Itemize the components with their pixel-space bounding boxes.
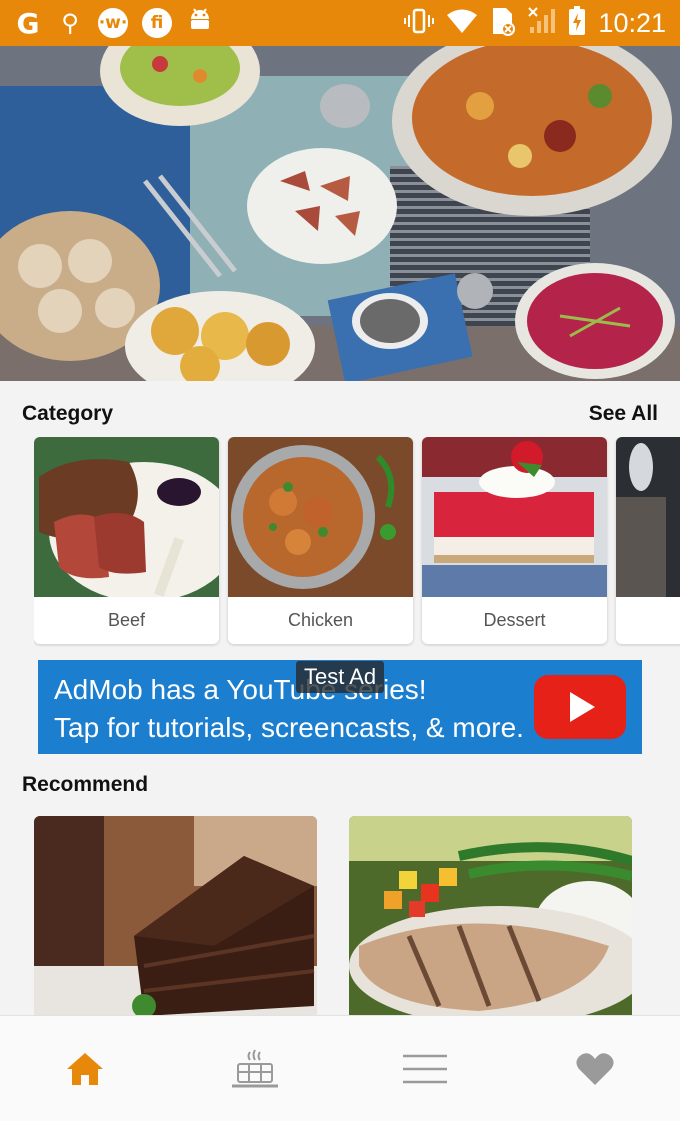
google-icon: G (16, 6, 40, 40)
category-label: Beef (107, 610, 146, 630)
hero-banner-image[interactable] (0, 46, 680, 381)
recommend-card-cake[interactable] (34, 816, 317, 1016)
youtube-play-icon[interactable] (533, 674, 627, 740)
sim-icon (490, 6, 516, 41)
recommend-title: Recommend (22, 773, 149, 796)
recommend-card-fish[interactable] (349, 816, 632, 1016)
status-bar-left: G ⚲ ·w· fi (14, 6, 214, 40)
partial-photo (616, 437, 680, 597)
chocolate-cake-photo (34, 816, 317, 1016)
fi-app-icon: fi (142, 8, 172, 38)
home-icon (67, 1052, 103, 1085)
w-app-icon: ·w· (98, 8, 128, 38)
food-spread-photo (0, 46, 680, 381)
category-card-beef[interactable]: Beef (34, 437, 219, 644)
clock-time: 10:21 (598, 7, 666, 38)
category-card-dessert[interactable]: Dessert (422, 437, 607, 644)
category-label: Dessert (483, 610, 546, 630)
test-ad-badge: Test Ad (296, 661, 385, 693)
see-all-link[interactable]: See All (589, 402, 658, 426)
battery-charging-icon (568, 5, 586, 41)
dessert-photo (422, 437, 607, 597)
category-label (616, 597, 680, 644)
category-title: Category (22, 402, 114, 425)
ad-subline: Tap for tutorials, screencasts, & more. (54, 712, 524, 743)
usb-icon: ⚲ (61, 9, 79, 37)
heart-icon (576, 1052, 614, 1085)
nav-menu[interactable] (340, 1016, 510, 1121)
nav-favorites[interactable] (510, 1016, 680, 1121)
android-icon (186, 7, 214, 39)
status-bar-right: 10:21 (404, 5, 666, 41)
beef-photo (34, 437, 219, 597)
wifi-icon (446, 8, 478, 39)
status-bar: G ⚲ ·w· fi 10:21 (0, 0, 680, 46)
category-list: Beef Chicken Dessert (34, 437, 680, 647)
menu-icon (403, 1054, 447, 1083)
bottom-navigation (0, 1015, 680, 1121)
category-label: Chicken (287, 610, 354, 630)
nav-recipes[interactable] (170, 1016, 340, 1121)
category-card-chicken[interactable]: Chicken (228, 437, 413, 644)
chicken-curry-photo (228, 437, 413, 597)
food-tray-icon (232, 1048, 278, 1087)
signal-icon (528, 6, 556, 40)
category-card-partial[interactable] (616, 437, 680, 644)
grilled-fish-photo (349, 816, 632, 1016)
vibrate-icon (404, 7, 435, 40)
nav-home[interactable] (0, 1016, 170, 1121)
